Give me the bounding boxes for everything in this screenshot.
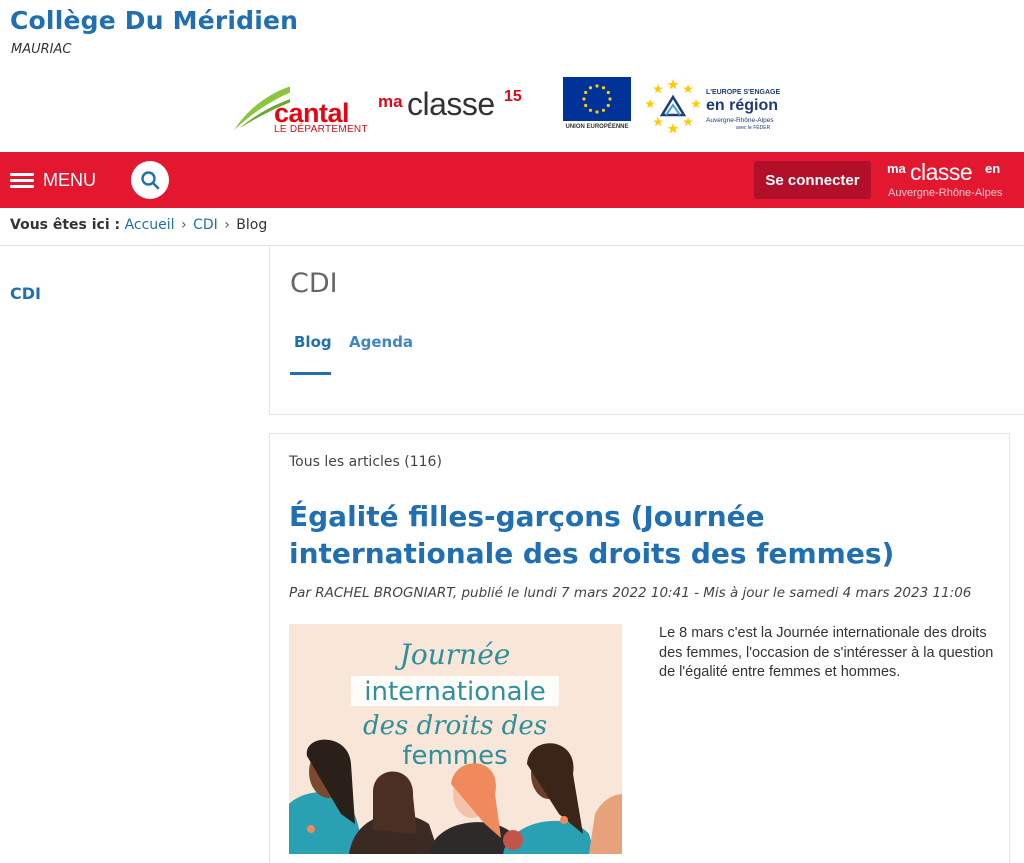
breadcrumb-label: Vous êtes ici : [10,217,121,233]
active-tab-indicator [290,372,331,375]
breadcrumb-current: Blog [236,217,268,233]
tab-blog[interactable]: Blog [294,333,332,351]
image-text-3: des droits des [363,711,547,741]
breadcrumb-separator: › [224,217,230,233]
main-nav-bar: MENU Se connecter ma classe en Auvergne-… [0,152,1024,208]
aura-logo-classe: classe [910,159,973,185]
tab-agenda[interactable]: Agenda [349,333,413,351]
region-logo-line2: en région [706,97,779,114]
article-count: Tous les articles (116) [289,454,442,470]
breadcrumb-link-accueil[interactable]: Accueil [125,217,175,233]
maclasse15-classe: classe [407,86,495,122]
hamburger-icon [10,172,34,188]
region-logo-line3: Auvergne-Rhône-Alpes [706,117,774,124]
maclasse-aura-logo[interactable]: ma classe en Auvergne-Rhône-Alpes [887,159,1017,201]
maclasse15-number: 15 [504,88,522,105]
site-title[interactable]: Collège Du Méridien [10,6,298,35]
article-title[interactable]: Égalité filles-garçons (Journée internat… [289,498,989,572]
eu-flag-icon [563,77,631,121]
menu-button[interactable]: MENU [10,168,96,192]
cantal-logo-subtitle: LE DÉPARTEMENT [274,124,368,135]
login-button[interactable]: Se connecter [754,161,871,199]
section-title: CDI [290,268,338,299]
region-logo-line4: avec le FEDER [736,125,771,131]
article-excerpt: Le 8 mars c'est la Journée international… [659,625,994,680]
womens-day-illustration: Journée internationale des droits des fe… [289,624,622,854]
search-icon [141,171,160,190]
menu-label: MENU [43,169,96,190]
region-logo-line1: L'EUROPE S'ENGAGE [706,89,781,96]
sidebar-item-cdi[interactable]: CDI [10,284,41,303]
aura-logo-region: Auvergne-Rhône-Alpes [888,187,1003,199]
section-header-card: CDI Blog Agenda [269,246,1024,415]
eu-logo-text: UNION EUROPÉENNE [565,124,629,130]
article-thumbnail[interactable]: Journée internationale des droits des fe… [289,624,622,854]
article-meta: Par RACHEL BROGNIART, publié le lundi 7 … [289,585,972,601]
breadcrumb-link-cdi[interactable]: CDI [193,217,218,233]
search-button[interactable] [131,161,169,199]
region-feder-logo: L'EUROPE S'ENGAGE en région Auvergne-Rhô… [644,77,790,135]
image-text-1: Journée [395,638,511,671]
maclasse15-ma: ma [378,92,403,111]
aura-logo-en: en [985,161,1001,176]
site-header: Collège Du Méridien MAURIAC cantal LE DÉ… [0,0,1024,152]
article-list-card: Tous les articles (116) Égalité filles-g… [269,433,1010,863]
image-text-2: internationale [364,677,546,707]
aura-logo-ma: ma [887,161,906,176]
sidebar: CDI [0,246,269,863]
image-text-4: femmes [402,741,507,771]
site-subtitle: MAURIAC [11,42,72,57]
region-stars-icon [645,79,701,134]
breadcrumb: Vous êtes ici : Accueil › CDI › Blog [10,217,267,233]
eu-logo: UNION EUROPÉENNE [563,77,631,135]
cantal-logo[interactable]: cantal LE DÉPARTEMENT [230,76,370,138]
breadcrumb-separator: › [181,217,187,233]
